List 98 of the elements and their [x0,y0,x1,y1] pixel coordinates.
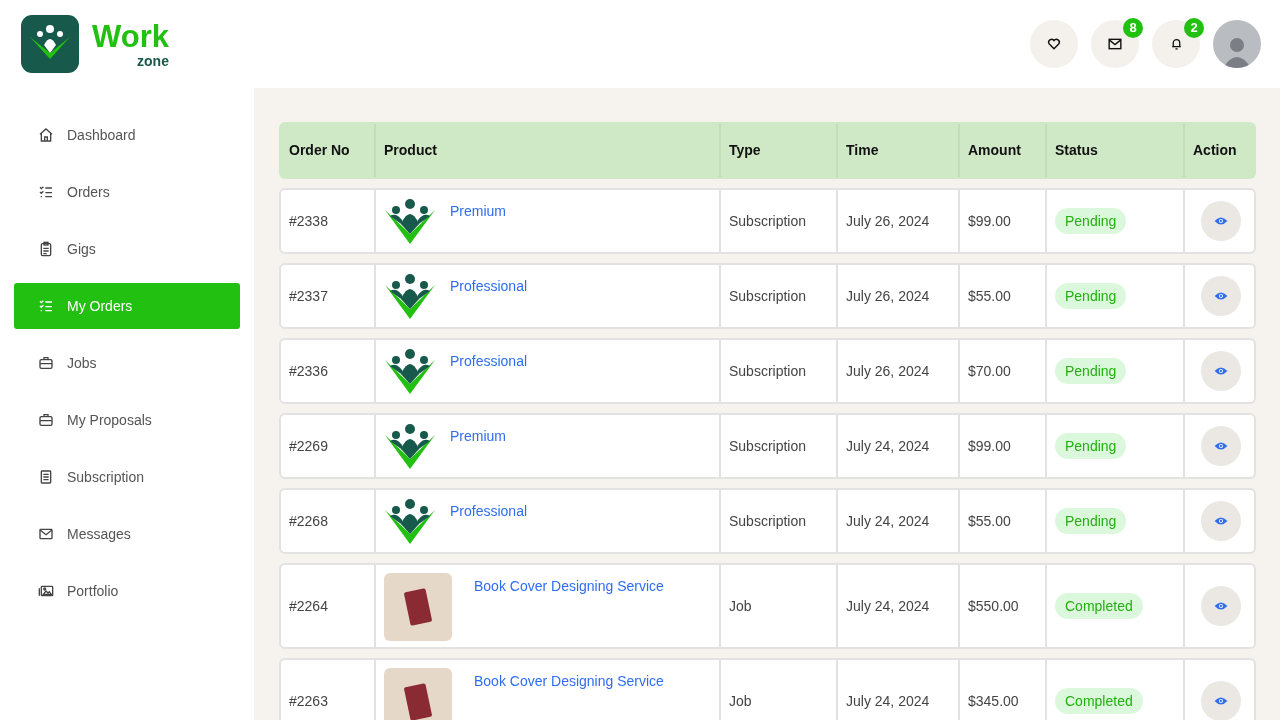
table-cell: $99.00 [958,190,1045,252]
table-cell: $55.00 [958,490,1045,552]
heart-icon [1047,37,1061,51]
table-cell-text: #2269 [288,436,329,456]
status-badge: Pending [1055,208,1127,234]
sidebar-item[interactable]: Orders [14,174,240,210]
product-link[interactable]: Professional [450,276,528,297]
column-header: Action [1183,124,1257,177]
table-cell: $55.00 [958,265,1045,327]
table-cell: Job [719,660,836,720]
product-link[interactable]: Professional [450,351,528,372]
status-badge: Pending [1055,433,1127,459]
sidebar-item[interactable]: Messages [14,516,240,552]
logo-icon [384,498,436,546]
eye-icon [1214,516,1228,526]
status-badge: Completed [1055,688,1143,714]
clipboard-icon [38,241,54,257]
count-badge: 8 [1123,18,1143,38]
logo-icon [21,15,79,73]
logo-icon [384,348,436,396]
checklist-icon [38,298,54,314]
eye-icon [1214,291,1228,301]
brand-subtitle: zone [137,53,169,68]
view-button[interactable] [1201,586,1241,626]
table-cell: July 24, 2024 [836,660,958,720]
mail-icon [1108,38,1122,50]
column-header: Order No [288,141,351,160]
eye-icon [1214,441,1228,451]
sidebar-item[interactable]: Dashboard [14,117,240,153]
envelope-icon [38,526,54,542]
table-cell: Subscription [719,190,836,252]
product-link[interactable]: Book Cover Designing Service [474,576,664,597]
picture-icon [38,583,54,599]
briefcase-icon [38,412,54,428]
table-cell: July 24, 2024 [836,415,958,477]
column-header: Type [719,124,836,177]
status-badge: Pending [1055,508,1127,534]
view-button[interactable] [1201,351,1241,391]
table-cell: $345.00 [958,660,1045,720]
table-cell: Subscription [719,265,836,327]
product-link[interactable]: Premium [450,201,506,222]
checklist-icon [38,184,54,200]
table-cell: July 26, 2024 [836,340,958,402]
table-cell: $550.00 [958,565,1045,647]
column-header: Amount [958,124,1045,177]
document-icon [38,469,54,485]
table-cell: Subscription [719,490,836,552]
eye-icon [1214,366,1228,376]
status-badge: Completed [1055,593,1143,619]
table-cell: Subscription [719,415,836,477]
table-cell: $70.00 [958,340,1045,402]
sidebar-item[interactable]: Subscription [14,459,240,495]
table-cell: July 24, 2024 [836,565,958,647]
table-cell-text: #2338 [288,211,329,231]
logo-icon [384,198,436,246]
table-cell-text: #2336 [288,361,329,381]
eye-icon [1214,601,1228,611]
product-link[interactable]: Premium [450,426,506,447]
sidebar-item[interactable]: My Proposals [14,402,240,438]
table-cell-text: #2263 [288,691,329,711]
table-cell-text: #2268 [288,511,329,531]
photo-placeholder [384,668,452,720]
product-link[interactable]: Professional [450,501,528,522]
home-icon [38,127,54,143]
count-badge: 2 [1184,18,1204,38]
view-button[interactable] [1201,501,1241,541]
status-badge: Pending [1055,358,1127,384]
avatar[interactable] [1213,20,1261,68]
briefcase-icon [38,355,54,371]
logo-icon [384,423,436,471]
sidebar-item[interactable]: My Orders [14,283,240,329]
brand-name: Work [92,20,169,52]
eye-icon [1214,696,1228,706]
status-badge: Pending [1055,283,1127,309]
table-cell: July 24, 2024 [836,490,958,552]
table-cell: $99.00 [958,415,1045,477]
view-button[interactable] [1201,681,1241,720]
photo-placeholder [384,573,452,641]
heart-button[interactable] [1030,20,1078,68]
table-cell-text: #2337 [288,286,329,306]
column-header: Product [374,124,719,177]
sidebar-item[interactable]: Portfolio [14,573,240,609]
table-cell: Job [719,565,836,647]
sidebar-item[interactable]: Gigs [14,231,240,267]
column-header: Status [1045,124,1183,177]
view-button[interactable] [1201,201,1241,241]
bell-icon [1169,37,1183,51]
eye-icon [1214,216,1228,226]
view-button[interactable] [1201,276,1241,316]
product-link[interactable]: Book Cover Designing Service [474,671,664,692]
view-button[interactable] [1201,426,1241,466]
table-cell-text: #2264 [288,596,329,616]
logo-icon [384,273,436,321]
table-cell: July 26, 2024 [836,265,958,327]
table-cell: Subscription [719,340,836,402]
table-cell: July 26, 2024 [836,190,958,252]
column-header: Time [836,124,958,177]
sidebar-item[interactable]: Jobs [14,345,240,381]
